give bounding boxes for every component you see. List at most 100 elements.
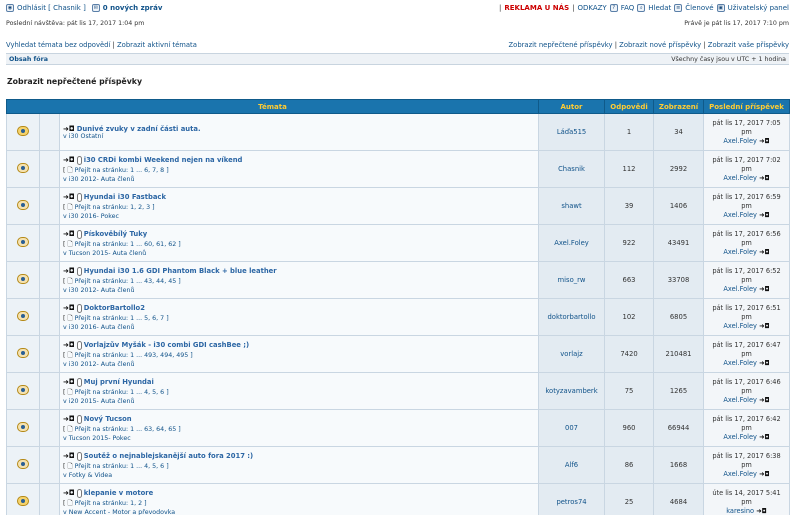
header-replies[interactable]: Odpovědi <box>604 99 655 114</box>
view-last-post-icon[interactable]: ➜◘ <box>759 174 770 182</box>
topic-forum-link[interactable]: v Tucson 2015- Auta členů <box>63 250 535 257</box>
topic-author[interactable]: Axel.Foley <box>538 224 606 262</box>
current-time-text: Právě je pát lis 17, 2017 7:10 pm <box>684 19 789 27</box>
topic-forum-link[interactable]: v i30 2012- Auta členů <box>63 287 535 294</box>
last-post-user[interactable]: Axel.Foley <box>723 322 757 330</box>
header-views[interactable]: Zobrazení <box>653 99 705 114</box>
view-last-post-icon[interactable]: ➜◘ <box>759 396 770 404</box>
last-post-user[interactable]: Axel.Foley <box>723 211 757 219</box>
members-link[interactable]: Členové <box>685 4 713 12</box>
faq-link[interactable]: FAQ <box>621 4 635 12</box>
last-post-user[interactable]: karesino <box>726 507 754 515</box>
last-post-user[interactable]: Axel.Foley <box>723 396 757 404</box>
topic-author[interactable]: doktorbartollo <box>538 298 606 336</box>
last-post-user[interactable]: Axel.Foley <box>723 433 757 441</box>
last-post-user[interactable]: Axel.Foley <box>723 285 757 293</box>
topic-author[interactable]: kotyzavamberk <box>538 372 606 410</box>
pagination-text[interactable]: Přejít na stránku: 1 ... 60, 61, 62 ] <box>75 241 181 248</box>
unread-posts-link[interactable]: Zobrazit nepřečtené příspěvky <box>509 41 613 49</box>
view-last-post-icon[interactable]: ➜◘ <box>759 137 770 145</box>
view-last-post-icon[interactable]: ➜◘ <box>759 285 770 293</box>
logout-link[interactable]: Odhlásit [ Chasnik ] <box>17 4 86 12</box>
topic-author[interactable]: vorlajz <box>538 335 606 373</box>
topic-author[interactable]: shawt <box>538 187 606 225</box>
pagination-text[interactable]: Přejít na stránku: 1 ... 4, 5, 6 ] <box>75 463 169 470</box>
view-last-post-icon[interactable]: ➜◘ <box>759 211 770 219</box>
newest-post-arrow-icon[interactable]: ➜◘ <box>63 341 75 349</box>
odkazy-link[interactable]: ODKAZY <box>577 4 606 12</box>
pagination-text[interactable]: Přejít na stránku: 1 ... 4, 5, 6 ] <box>75 389 169 396</box>
pagination-text[interactable]: Přejít na stránku: 1 ... 493, 494, 495 ] <box>75 352 193 359</box>
topic-forum-link[interactable]: v i30 2016- Auta členů <box>63 324 535 331</box>
view-last-post-icon[interactable]: ➜◘ <box>759 322 770 330</box>
view-last-post-icon[interactable]: ➜◘ <box>759 248 770 256</box>
view-last-post-icon[interactable]: ➜◘ <box>759 470 770 478</box>
last-post-user[interactable]: Axel.Foley <box>723 359 757 367</box>
topic-title-link[interactable]: Hyundai i30 1.6 GDI Phantom Black + blue… <box>84 267 277 275</box>
your-posts-link[interactable]: Zobrazit vaše příspěvky <box>708 41 789 49</box>
newest-post-arrow-icon[interactable]: ➜◘ <box>63 415 75 423</box>
topic-title-link[interactable]: Pískověbílý Tuky <box>84 230 147 238</box>
messages-link[interactable]: 0 nových zpráv <box>103 4 163 12</box>
reklama-link[interactable]: REKLAMA U NÁS <box>504 4 569 12</box>
pagination-text[interactable]: Přejít na stránku: 1 ... 63, 64, 65 ] <box>75 426 181 433</box>
newest-post-arrow-icon[interactable]: ➜◘ <box>63 125 75 133</box>
topic-forum-link[interactable]: v i30 2016- Pokec <box>63 213 535 220</box>
newest-post-arrow-icon[interactable]: ➜◘ <box>63 230 75 238</box>
pagination-text[interactable]: Přejít na stránku: 1, 2 ] <box>75 500 147 507</box>
topic-forum-link[interactable]: v Fotky & Videa <box>63 472 535 479</box>
topic-author[interactable]: 007 <box>538 409 606 447</box>
topic-title-link[interactable]: Muj první Hyundai <box>84 378 154 386</box>
topic-title-link[interactable]: Vorlajzův Myšák - i30 combi GDI cashBee … <box>84 341 249 349</box>
last-post-user[interactable]: Axel.Foley <box>723 470 757 478</box>
unanswered-topics-link[interactable]: Vyhledat témata bez odpovědí <box>6 41 110 49</box>
topic-forum-link[interactable]: v Tucson 2015- Pokec <box>63 435 535 442</box>
newest-post-arrow-icon[interactable]: ➜◘ <box>63 156 75 164</box>
last-post-user[interactable]: Axel.Foley <box>723 174 757 182</box>
newest-post-arrow-icon[interactable]: ➜◘ <box>63 489 75 497</box>
pagination-text[interactable]: Přejít na stránku: 1 ... 5, 6, 7 ] <box>75 315 169 322</box>
pagination-text[interactable]: Přejít na stránku: 1 ... 43, 44, 45 ] <box>75 278 181 285</box>
topic-author[interactable]: miso_rw <box>538 261 606 299</box>
newest-post-arrow-icon[interactable]: ➜◘ <box>63 378 75 386</box>
active-topics-link[interactable]: Zobrazit aktivní témata <box>117 41 197 49</box>
newest-post-arrow-icon[interactable]: ➜◘ <box>63 452 75 460</box>
user-panel-link[interactable]: Uživatelský panel <box>728 4 789 12</box>
topic-forum-link[interactable]: v New Accent - Motor a převodovka <box>63 509 535 515</box>
pagination-text[interactable]: Přejít na stránku: 1 ... 6, 7, 8 ] <box>75 167 169 174</box>
topic-icon-cell <box>39 224 60 262</box>
header-last-post[interactable]: Poslední příspěvek <box>703 99 791 114</box>
topic-forum-link[interactable]: v i20 2015- Auta členů <box>63 398 535 405</box>
topic-title-link[interactable]: Nový Tucson <box>84 415 132 423</box>
topic-forum-link[interactable]: v i30 2012- Auta členů <box>63 361 535 368</box>
last-post-user[interactable]: Axel.Foley <box>723 248 757 256</box>
topic-author[interactable]: Alf6 <box>538 446 606 484</box>
last-post-user[interactable]: Axel.Foley <box>723 137 757 145</box>
view-last-post-icon[interactable]: ➜◘ <box>759 433 770 441</box>
forum-index-link[interactable]: Obsah fóra <box>9 56 48 63</box>
topic-author[interactable]: Láďa515 <box>538 113 606 151</box>
topic-title-link[interactable]: DoktorBartollo2 <box>84 304 145 312</box>
new-posts-link[interactable]: Zobrazit nové příspěvky <box>619 41 701 49</box>
topic-forum-link[interactable]: v i30 2012- Auta členů <box>63 176 535 183</box>
header-topics[interactable]: Témata <box>5 99 540 114</box>
search-link[interactable]: Hledat <box>648 4 671 12</box>
pagination-text[interactable]: Přejít na stránku: 1, 2, 3 ] <box>75 204 155 211</box>
topic-author[interactable]: Chasnik <box>538 150 606 188</box>
topic-title-link[interactable]: klepanie v motore <box>84 489 154 497</box>
topic-author[interactable]: petros74 <box>538 483 606 515</box>
header-author[interactable]: Autor <box>538 99 606 114</box>
topic-forum-link[interactable]: v i30 Ostatní <box>63 133 535 140</box>
topic-title-link[interactable]: Soutěž o nejnablejskanější auto fora 201… <box>84 452 253 460</box>
newest-post-arrow-icon[interactable]: ➜◘ <box>63 267 75 275</box>
topic-title-cell: ➜◘ Hyundai i30 1.6 GDI Phantom Black + bl… <box>58 261 540 299</box>
newest-post-arrow-icon[interactable]: ➜◘ <box>63 193 75 201</box>
view-last-post-icon[interactable]: ➜◘ <box>756 507 767 515</box>
topic-title-link[interactable]: i30 CRDi kombi Weekend nejen na víkend <box>84 156 243 164</box>
topic-title-link[interactable]: Dunivé zvuky v zadní části auta. <box>77 125 201 133</box>
newest-post-arrow-icon[interactable]: ➜◘ <box>63 304 75 312</box>
topic-views: 34 <box>653 113 705 151</box>
last-post-date: pát lis 17, 2017 6:52 <box>712 266 781 275</box>
view-last-post-icon[interactable]: ➜◘ <box>759 359 770 367</box>
topic-title-link[interactable]: Hyundai i30 Fastback <box>84 193 166 201</box>
